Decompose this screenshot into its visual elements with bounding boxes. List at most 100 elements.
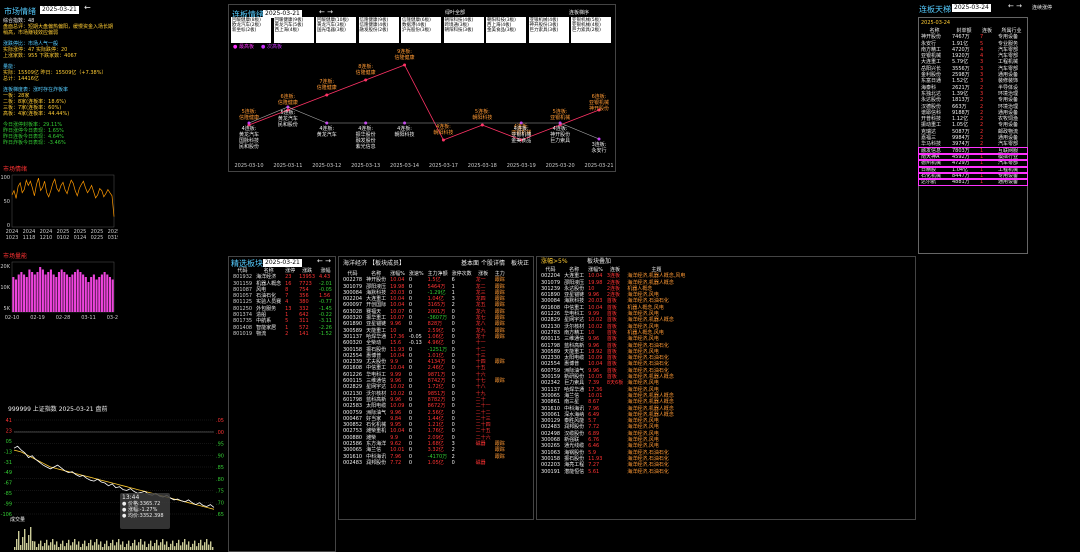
intraday-volume-bar [194,540,196,550]
volume-bar [74,272,77,312]
table-cell: 002130 [343,390,363,397]
volume-bar [68,277,71,312]
intraday-volume-bar [66,543,68,550]
intraday-volume-bar [52,539,54,550]
top-board-node: 6连板: 亚银机械 神开股份 [588,94,609,112]
intraday-volume-bar [170,543,172,550]
table-cell: 601608 [343,365,363,372]
intraday-volume-bar [108,546,110,550]
intraday-y-right: .80 [216,477,224,483]
intraday-volume-bar [32,541,34,550]
table-cell: 301137 [541,386,561,393]
table-cell: 太阳电缆 [366,403,387,410]
table-cell: 002829 [541,317,561,324]
volume-bar [108,277,112,312]
intraday-volume-bar [40,540,42,550]
volume-x-tick: 03-20 [107,315,118,321]
table-cell: -0.77 [319,299,332,306]
intraday-y-left: 41 [6,418,12,424]
table-cell: 141 [299,330,309,337]
table-cell: 海洋经济,石油石化 [627,468,669,475]
intraday-volume-bar [180,545,182,550]
table-cell: 中科海讯 [366,453,387,460]
ladder-date-tick: 2025-03-21 [584,163,613,169]
intraday-volume-bar [72,542,74,550]
ladder-row[interactable]: 达尔航 4881万 1 通用设备 [918,178,1028,187]
intraday-volume-bar [156,539,158,550]
top-board-node: 9连板: 信隆健康 [394,49,415,61]
table-cell: 7.72 [390,459,402,466]
continuous-limit-button[interactable]: 连续涨停 [1032,5,1052,11]
table-cell: 10.02 [588,317,603,324]
table-cell: 1 [979,179,984,186]
table-cell: 跟踪 [494,283,505,290]
intraday-y-right: .00 [216,430,224,436]
volume-bar [71,274,74,312]
table-cell: 300065 [343,447,363,454]
top-board-node: 5连板: 朝阳科技 [472,109,493,121]
intraday-volume-bar [56,541,58,550]
intraday-volume-bar [54,544,56,550]
intraday-volume-bar [138,542,140,550]
date-picker[interactable]: 2025-03-21 [40,6,79,14]
intraday-volume-bar [92,545,94,550]
intraday-volume-bar [100,541,102,550]
second-board-node: 3连板: 永安行 [591,142,607,154]
table-cell: 13953 [299,274,316,281]
table-cell: 大连重工 [564,273,585,280]
intraday-volume-bar [164,544,166,550]
table-cell: 801932 [233,274,253,281]
date-picker[interactable]: 2025-03-21 [263,259,302,267]
table-cell: 002278 [343,277,363,284]
table-cell [605,469,625,475]
table-cell: 10.09 [390,403,405,410]
intraday-volume-bar [158,545,160,550]
table-cell: 跟踪 [494,321,505,328]
intraday-volume-bar [36,547,38,550]
back-button[interactable]: ← [84,4,91,12]
intraday-volume-bar [172,540,174,550]
intraday-volume-bar [212,547,214,550]
volume-bar [55,277,58,312]
intraday-volume-bar [168,547,170,550]
intraday-volume-bar [150,540,152,550]
date-picker[interactable]: 2025-03-24 [952,4,991,12]
table-cell: 300265 [541,443,561,450]
intraday-volume-bar [188,541,190,550]
summary-line: 盘面总评：短期大盘偏热偏阳，缓慢资金入场长期稍高，市场赚钱效应偏弱 [3,24,114,36]
table-cell: 0 [408,459,413,466]
table-cell: 跟踪 [494,453,505,460]
intraday-volume-bar [182,542,184,550]
intraday-volume-bar [174,546,176,550]
intraday-volume-bar [200,539,202,550]
limit-ladder-panel: 连板天梯 2025-03-24 ← → 连续涨停 2025-03-24 名称 封单… [916,0,1080,255]
nav-arrows[interactable]: ← → [1008,3,1022,10]
gainer-row[interactable]: 300191 潜能恒信 5.61 海洋经济,石油石化 [539,469,687,475]
intraday-volume-bar [38,543,40,550]
table-cell: 潍柴重机 [366,428,387,435]
table-cell: 实验人员赛 [256,299,282,306]
volume-bar [23,274,26,312]
intraday-volume-bar [18,531,20,550]
intraday-volume-bar [146,547,148,550]
sector-row[interactable]: 801019 物流 2 141 -1.52 [231,331,334,337]
volume-bar [98,277,101,312]
second-board-node: 4连板: 朝阳科技 [394,126,415,138]
intraday-y-right: .65 [216,512,224,518]
volume-bar [79,272,82,312]
table-cell: 二十五 [475,428,491,435]
nav-arrows[interactable]: ← → [317,258,331,265]
intraday-volume-bar [210,541,212,550]
top-board-node: 8连板: 信隆健康 [355,64,376,76]
tab-fundamentals[interactable]: 基本面 [461,261,479,267]
intraday-panel: 999999 上证指数 2025-03-21 盘前 41 23 05 -13 -31 -4… [0,402,226,552]
tab-sector[interactable]: 板块正 [511,261,529,267]
table-cell: 海亮工程 [564,462,585,469]
table-cell: 三维通信 [564,336,585,343]
top-board-node: 5连板: 亚银机械 [550,109,571,121]
sector-overlay-button[interactable]: 板块叠加 [587,259,611,265]
intraday-y-left: -49 [4,470,12,476]
tab-stock-detail[interactable]: 个股详情 [481,261,505,267]
intraday-volume-bar [96,539,98,550]
member-row[interactable]: 002483 润邦股份 7.72 0 1.05亿 0 磁器 [341,460,507,466]
